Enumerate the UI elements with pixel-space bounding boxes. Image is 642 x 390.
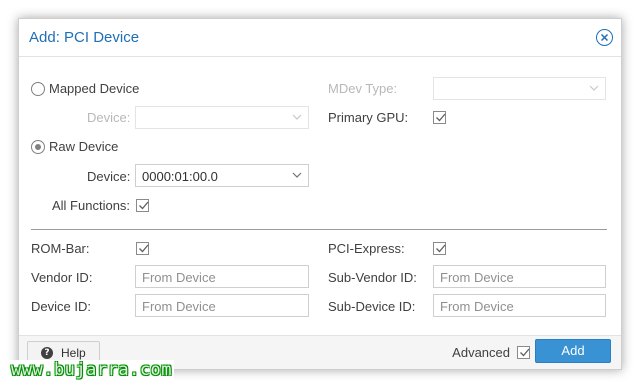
checkmark-icon [139,244,149,253]
device-id-placeholder: From Device [142,299,216,314]
sub-device-id-placeholder: From Device [440,299,514,314]
vendor-id-label: Vendor ID: [31,270,93,285]
checkmark-icon [436,113,446,122]
title-bar: Add: PCI Device [19,19,621,57]
all-functions-label: All Functions: [52,198,131,213]
close-button[interactable] [596,29,613,46]
checkmark-icon [139,201,149,210]
checkmark-icon [436,244,446,253]
rom-bar-checkbox[interactable] [136,242,149,255]
mdev-type-label: MDev Type: [328,81,398,96]
pci-express-label: PCI-Express: [328,241,405,256]
all-functions-checkbox[interactable] [136,199,149,212]
advanced-label: Advanced [452,345,510,360]
raw-device-label: Raw Device [49,139,119,154]
device-field-label: Device: [87,169,131,184]
advanced-checkbox[interactable] [517,346,530,359]
help-label: Help [61,346,86,360]
pci-express-checkbox[interactable] [433,242,446,255]
dialog-title: Add: PCI Device [29,29,140,46]
raw-device-radio[interactable] [31,140,45,154]
mapped-device-field-label: Device: [87,110,131,125]
add-button[interactable]: Add [535,339,611,363]
add-pci-device-dialog: Add: PCI Device Mapped Device Device: Ra… [18,18,622,370]
primary-gpu-checkbox[interactable] [433,111,446,124]
device-id-input[interactable]: From Device [135,294,309,317]
mdev-type-select [433,77,606,100]
sub-device-id-label: Sub-Device ID: [328,299,416,314]
sub-vendor-id-placeholder: From Device [440,270,514,285]
chevron-down-icon [292,172,302,178]
sub-vendor-id-label: Sub-Vendor ID: [328,270,417,285]
device-select-value: 0000:01:00.0 [142,169,218,184]
sub-vendor-id-input[interactable]: From Device [433,265,606,288]
vendor-id-placeholder: From Device [142,270,216,285]
chevron-down-icon [589,85,599,91]
close-icon [600,33,609,42]
sub-device-id-input[interactable]: From Device [433,294,606,317]
rom-bar-label: ROM-Bar: [31,241,90,256]
vendor-id-input[interactable]: From Device [135,265,309,288]
chevron-down-icon [292,114,302,120]
mapped-device-radio[interactable] [31,82,45,96]
watermark-text: www.bujarra.com [9,360,175,380]
device-select[interactable]: 0000:01:00.0 [135,164,309,187]
primary-gpu-label: Primary GPU: [328,110,409,125]
device-id-label: Device ID: [31,299,91,314]
question-icon: ? [41,347,53,359]
checkmark-icon [520,348,530,357]
mapped-device-label: Mapped Device [49,81,140,96]
section-divider [31,229,607,230]
mapped-device-select [135,106,309,129]
